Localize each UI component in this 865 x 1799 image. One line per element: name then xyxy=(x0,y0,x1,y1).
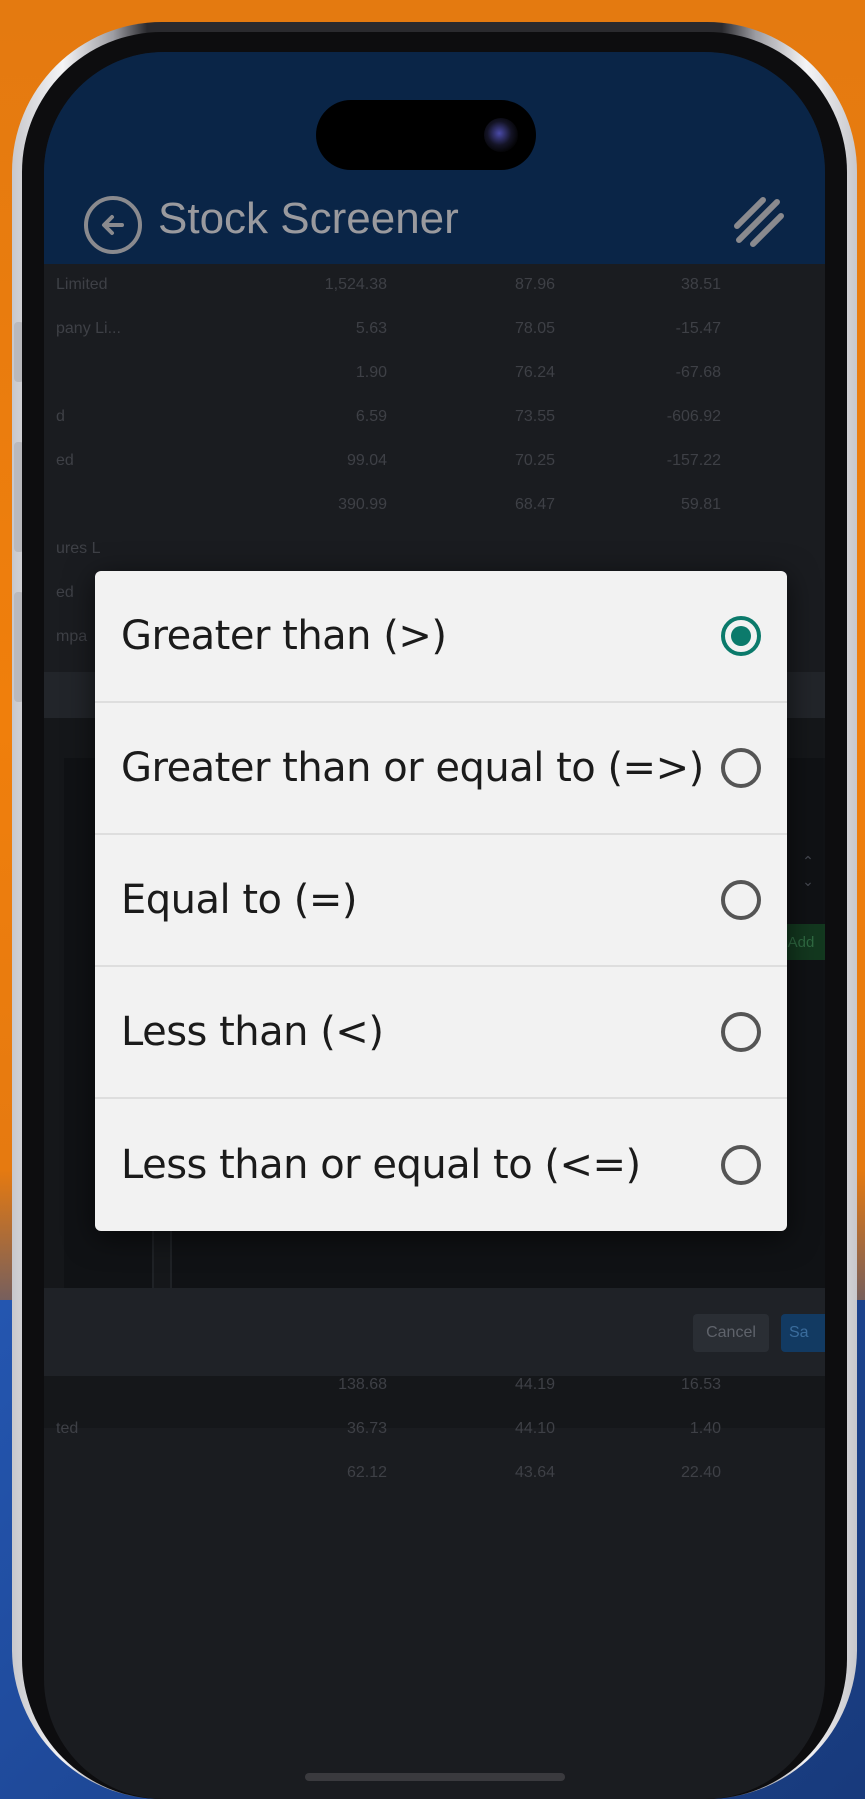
radio-button[interactable] xyxy=(721,616,761,656)
option-less-than-or-equal[interactable]: Less than or equal to (<=) xyxy=(95,1099,787,1231)
price-cell: 5.63 xyxy=(355,320,387,337)
chevron-down-icon[interactable]: ⌄ xyxy=(791,872,825,892)
metric-cell: 87.96 xyxy=(514,276,555,293)
radio-button[interactable] xyxy=(721,748,761,788)
option-greater-than-or-equal[interactable]: Greater than or equal to (=>) xyxy=(95,703,787,835)
table-row[interactable]: 138.68 44.19 16.53 xyxy=(44,1364,825,1408)
metric-cell: 43.64 xyxy=(514,1464,555,1481)
table-row[interactable]: 390.99 68.47 59.81 xyxy=(44,484,825,528)
table-row[interactable]: 62.12 43.64 22.40 xyxy=(44,1452,825,1496)
option-greater-than[interactable]: Greater than (>) xyxy=(95,571,787,703)
price-cell: 390.99 xyxy=(338,496,387,513)
price-cell: 36.73 xyxy=(346,1420,387,1437)
value-stepper[interactable]: ⌃ ⌄ xyxy=(791,852,825,896)
cancel-button[interactable]: Cancel xyxy=(693,1314,769,1352)
change-cell: -157.22 xyxy=(666,452,721,469)
change-cell: -67.68 xyxy=(675,364,721,381)
price-cell: 99.04 xyxy=(346,452,387,469)
save-button[interactable]: Sa xyxy=(781,1314,825,1352)
metric-cell: 70.25 xyxy=(514,452,555,469)
table-row[interactable]: ted 36.73 44.10 1.40 xyxy=(44,1408,825,1452)
table-row[interactable]: Limited 1,524.38 87.96 38.51 xyxy=(44,264,825,308)
price-cell: 6.59 xyxy=(355,408,387,425)
price-cell: 138.68 xyxy=(338,1376,387,1393)
stock-table-bottom: 138.68 44.19 16.53 ted 36.73 44.10 1.40 62.12 43… xyxy=(44,1364,825,1496)
operator-dialog: Greater than (>) Greater than or equal t… xyxy=(95,571,787,1231)
page-title: Stock Screener xyxy=(158,194,459,243)
company-name-cell: ted xyxy=(56,1420,79,1437)
table-row[interactable]: 1.90 76.24 -67.68 xyxy=(44,352,825,396)
metric-cell: 44.19 xyxy=(514,1376,555,1393)
change-cell: 16.53 xyxy=(680,1376,721,1393)
brand-logo-icon xyxy=(734,197,784,247)
table-row[interactable]: ed 99.04 70.25 -157.22 xyxy=(44,440,825,484)
metric-cell: 73.55 xyxy=(514,408,555,425)
option-less-than[interactable]: Less than (<) xyxy=(95,967,787,1099)
table-row[interactable]: ures L xyxy=(44,528,825,572)
price-cell: 1.90 xyxy=(355,364,387,381)
table-row[interactable]: d 6.59 73.55 -606.92 xyxy=(44,396,825,440)
company-name-cell: Limited xyxy=(56,276,108,293)
change-cell: 22.40 xyxy=(680,1464,721,1481)
table-row[interactable]: pany Li... 5.63 78.05 -15.47 xyxy=(44,308,825,352)
metric-cell: 78.05 xyxy=(514,320,555,337)
price-cell: 1,524.38 xyxy=(324,276,387,293)
option-equal-to[interactable]: Equal to (=) xyxy=(95,835,787,967)
option-label: Less than or equal to (<=) xyxy=(121,1142,641,1188)
price-cell: 62.12 xyxy=(346,1464,387,1481)
metric-cell: 68.47 xyxy=(514,496,555,513)
radio-button[interactable] xyxy=(721,1145,761,1185)
arrow-left-icon xyxy=(102,215,124,235)
camera-icon xyxy=(484,118,518,152)
home-indicator[interactable] xyxy=(304,1773,565,1781)
option-label: Greater than (>) xyxy=(121,613,447,659)
option-label: Less than (<) xyxy=(121,1009,384,1055)
change-cell: -15.47 xyxy=(675,320,721,337)
company-name-cell: ed xyxy=(56,452,74,469)
change-cell: 38.51 xyxy=(680,276,721,293)
option-label: Equal to (=) xyxy=(121,877,357,923)
app-header: Stock Screener xyxy=(44,52,825,264)
option-label: Greater than or equal to (=>) xyxy=(121,745,704,791)
radio-button[interactable] xyxy=(721,1012,761,1052)
metric-cell: 76.24 xyxy=(514,364,555,381)
dynamic-island xyxy=(316,100,536,170)
back-button[interactable] xyxy=(84,196,142,254)
radio-button[interactable] xyxy=(721,880,761,920)
change-cell: 1.40 xyxy=(689,1420,721,1437)
company-name-cell: d xyxy=(56,408,65,425)
change-cell: 59.81 xyxy=(680,496,721,513)
company-name-cell: ures L xyxy=(56,540,101,557)
company-name-cell: ed xyxy=(56,584,74,601)
company-name-cell: mpa xyxy=(56,628,88,645)
chevron-up-icon[interactable]: ⌃ xyxy=(791,852,825,872)
company-name-cell: pany Li... xyxy=(56,320,121,337)
change-cell: -606.92 xyxy=(666,408,721,425)
metric-cell: 44.10 xyxy=(514,1420,555,1437)
